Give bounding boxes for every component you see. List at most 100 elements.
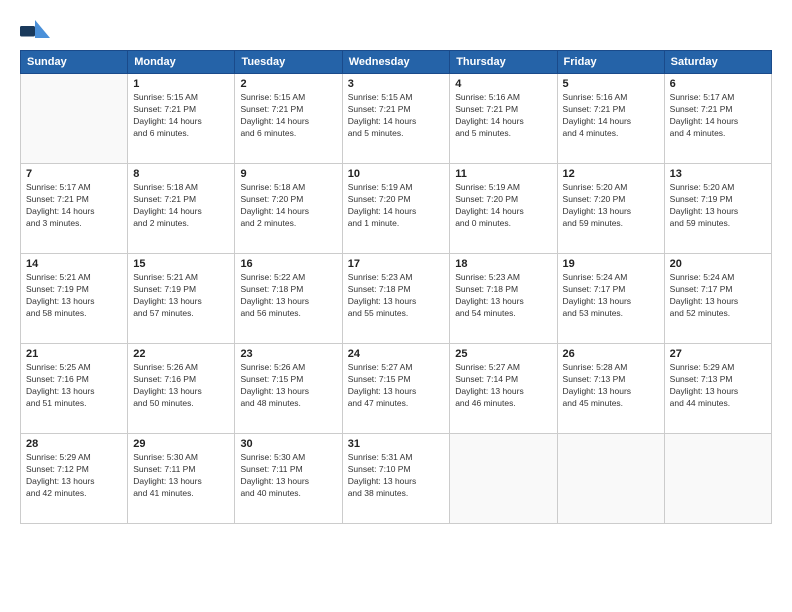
calendar-cell: 20 Sunrise: 5:24 AM Sunset: 7:17 PM Dayli… — [664, 254, 771, 344]
calendar-cell: 14Sunrise: 5:21 AM Sunset: 7:19 PM Dayli… — [21, 254, 128, 344]
day-number: 23 — [240, 348, 336, 360]
day-number: 1 — [133, 78, 229, 90]
day-number: 26 — [563, 348, 659, 360]
day-number: 2 — [240, 78, 336, 90]
calendar-cell: 4Sunrise: 5:16 AM Sunset: 7:21 PM Daylig… — [450, 74, 557, 164]
calendar-cell: 7 Sunrise: 5:17 AM Sunset: 7:21 PM Daylig… — [21, 164, 128, 254]
calendar-week-1: 1 Sunrise: 5:15 AM Sunset: 7:21 PM Daylig… — [21, 74, 772, 164]
calendar-cell: 27 Sunrise: 5:29 AM Sunset: 7:13 PM Dayli… — [664, 344, 771, 434]
day-number: 8 — [133, 168, 229, 180]
calendar: SundayMondayTuesdayWednesdayThursdayFrid… — [20, 50, 772, 524]
day-info: Sunrise: 5:26 AM Sunset: 7:16 PM Dayligh… — [133, 362, 229, 410]
logo-icon — [20, 20, 50, 38]
day-number: 16 — [240, 258, 336, 270]
day-number: 17 — [348, 258, 445, 270]
day-info: Sunrise: 5:29 AM Sunset: 7:12 PM Dayligh… — [26, 452, 122, 500]
day-info: Sunrise: 5:27 AM Sunset: 7:14 PM Dayligh… — [455, 362, 551, 410]
day-number: 19 — [563, 258, 659, 270]
day-number: 28 — [26, 438, 122, 450]
day-info: Sunrise: 5:20 AM Sunset: 7:20 PM Dayligh… — [563, 182, 659, 230]
day-number: 15 — [133, 258, 229, 270]
day-number: 27 — [670, 348, 766, 360]
calendar-cell: 26 Sunrise: 5:28 AM Sunset: 7:13 PM Dayli… — [557, 344, 664, 434]
day-info: Sunrise: 5:19 AM Sunset: 7:20 PM Dayligh… — [348, 182, 445, 230]
day-info: Sunrise: 5:26 AM Sunset: 7:15 PM Dayligh… — [240, 362, 336, 410]
day-number: 30 — [240, 438, 336, 450]
day-info: Sunrise: 5:23 AM Sunset: 7:18 PM Dayligh… — [455, 272, 551, 320]
day-header-monday: Monday — [128, 51, 235, 74]
calendar-cell: 8 Sunrise: 5:18 AM Sunset: 7:21 PM Daylig… — [128, 164, 235, 254]
calendar-cell — [664, 434, 771, 524]
calendar-cell: 11 Sunrise: 5:19 AM Sunset: 7:20 PM Dayli… — [450, 164, 557, 254]
day-info: Sunrise: 5:21 AM Sunset: 7:19 PM Dayligh… — [26, 272, 122, 320]
day-info: Sunrise: 5:19 AM Sunset: 7:20 PM Dayligh… — [455, 182, 551, 230]
day-number: 11 — [455, 168, 551, 180]
calendar-cell: 17Sunrise: 5:23 AM Sunset: 7:18 PM Dayli… — [342, 254, 450, 344]
day-number: 20 — [670, 258, 766, 270]
calendar-cell: 22 Sunrise: 5:26 AM Sunset: 7:16 PM Dayli… — [128, 344, 235, 434]
day-number: 5 — [563, 78, 659, 90]
calendar-cell: 25Sunrise: 5:27 AM Sunset: 7:14 PM Dayli… — [450, 344, 557, 434]
day-number: 29 — [133, 438, 229, 450]
day-info: Sunrise: 5:22 AM Sunset: 7:18 PM Dayligh… — [240, 272, 336, 320]
calendar-cell — [450, 434, 557, 524]
day-number: 4 — [455, 78, 551, 90]
calendar-cell: 9 Sunrise: 5:18 AM Sunset: 7:20 PM Daylig… — [235, 164, 342, 254]
day-header-sunday: Sunday — [21, 51, 128, 74]
calendar-cell: 19 Sunrise: 5:24 AM Sunset: 7:17 PM Dayli… — [557, 254, 664, 344]
day-info: Sunrise: 5:18 AM Sunset: 7:20 PM Dayligh… — [240, 182, 336, 230]
day-number: 31 — [348, 438, 445, 450]
calendar-cell: 15 Sunrise: 5:21 AM Sunset: 7:19 PM Dayli… — [128, 254, 235, 344]
day-info: Sunrise: 5:31 AM Sunset: 7:10 PM Dayligh… — [348, 452, 445, 500]
day-info: Sunrise: 5:17 AM Sunset: 7:21 PM Dayligh… — [670, 92, 766, 140]
calendar-cell — [557, 434, 664, 524]
day-number: 21 — [26, 348, 122, 360]
day-number: 12 — [563, 168, 659, 180]
day-info: Sunrise: 5:25 AM Sunset: 7:16 PM Dayligh… — [26, 362, 122, 410]
calendar-cell: 13Sunrise: 5:20 AM Sunset: 7:19 PM Dayli… — [664, 164, 771, 254]
day-number: 6 — [670, 78, 766, 90]
calendar-cell: 24 Sunrise: 5:27 AM Sunset: 7:15 PM Dayli… — [342, 344, 450, 434]
day-header-saturday: Saturday — [664, 51, 771, 74]
day-info: Sunrise: 5:28 AM Sunset: 7:13 PM Dayligh… — [563, 362, 659, 410]
calendar-week-5: 28 Sunrise: 5:29 AM Sunset: 7:12 PM Dayli… — [21, 434, 772, 524]
day-number: 13 — [670, 168, 766, 180]
calendar-cell: 1Sunrise: 5:15 AM Sunset: 7:21 PM Daylig… — [128, 74, 235, 164]
day-info: Sunrise: 5:29 AM Sunset: 7:13 PM Dayligh… — [670, 362, 766, 410]
day-info: Sunrise: 5:24 AM Sunset: 7:17 PM Dayligh… — [563, 272, 659, 320]
day-header-wednesday: Wednesday — [342, 51, 450, 74]
day-info: Sunrise: 5:17 AM Sunset: 7:21 PM Dayligh… — [26, 182, 122, 230]
day-number: 18 — [455, 258, 551, 270]
calendar-week-3: 14Sunrise: 5:21 AM Sunset: 7:19 PM Dayli… — [21, 254, 772, 344]
logo — [20, 20, 54, 40]
day-number: 22 — [133, 348, 229, 360]
calendar-cell: 5 Sunrise: 5:16 AM Sunset: 7:21 PM Daylig… — [557, 74, 664, 164]
day-info: Sunrise: 5:15 AM Sunset: 7:21 PM Dayligh… — [348, 92, 445, 140]
day-info: Sunrise: 5:16 AM Sunset: 7:21 PM Dayligh… — [563, 92, 659, 140]
day-header-tuesday: Tuesday — [235, 51, 342, 74]
day-number: 7 — [26, 168, 122, 180]
calendar-cell: 30Sunrise: 5:30 AM Sunset: 7:11 PM Dayli… — [235, 434, 342, 524]
day-info: Sunrise: 5:18 AM Sunset: 7:21 PM Dayligh… — [133, 182, 229, 230]
day-info: Sunrise: 5:30 AM Sunset: 7:11 PM Dayligh… — [133, 452, 229, 500]
calendar-week-2: 7 Sunrise: 5:17 AM Sunset: 7:21 PM Daylig… — [21, 164, 772, 254]
calendar-cell: 31 Sunrise: 5:31 AM Sunset: 7:10 PM Dayli… — [342, 434, 450, 524]
day-number: 10 — [348, 168, 445, 180]
calendar-cell: 2 Sunrise: 5:15 AM Sunset: 7:21 PM Daylig… — [235, 74, 342, 164]
day-info: Sunrise: 5:21 AM Sunset: 7:19 PM Dayligh… — [133, 272, 229, 320]
day-header-thursday: Thursday — [450, 51, 557, 74]
day-header-friday: Friday — [557, 51, 664, 74]
day-info: Sunrise: 5:27 AM Sunset: 7:15 PM Dayligh… — [348, 362, 445, 410]
calendar-cell: 18 Sunrise: 5:23 AM Sunset: 7:18 PM Dayli… — [450, 254, 557, 344]
calendar-week-4: 21 Sunrise: 5:25 AM Sunset: 7:16 PM Dayli… — [21, 344, 772, 434]
day-number: 9 — [240, 168, 336, 180]
day-number: 3 — [348, 78, 445, 90]
day-info: Sunrise: 5:24 AM Sunset: 7:17 PM Dayligh… — [670, 272, 766, 320]
header — [20, 20, 772, 40]
day-info: Sunrise: 5:15 AM Sunset: 7:21 PM Dayligh… — [240, 92, 336, 140]
calendar-cell: 10 Sunrise: 5:19 AM Sunset: 7:20 PM Dayli… — [342, 164, 450, 254]
day-number: 24 — [348, 348, 445, 360]
calendar-cell: 16 Sunrise: 5:22 AM Sunset: 7:18 PM Dayli… — [235, 254, 342, 344]
calendar-cell: 3 Sunrise: 5:15 AM Sunset: 7:21 PM Daylig… — [342, 74, 450, 164]
calendar-cell: 29 Sunrise: 5:30 AM Sunset: 7:11 PM Dayli… — [128, 434, 235, 524]
